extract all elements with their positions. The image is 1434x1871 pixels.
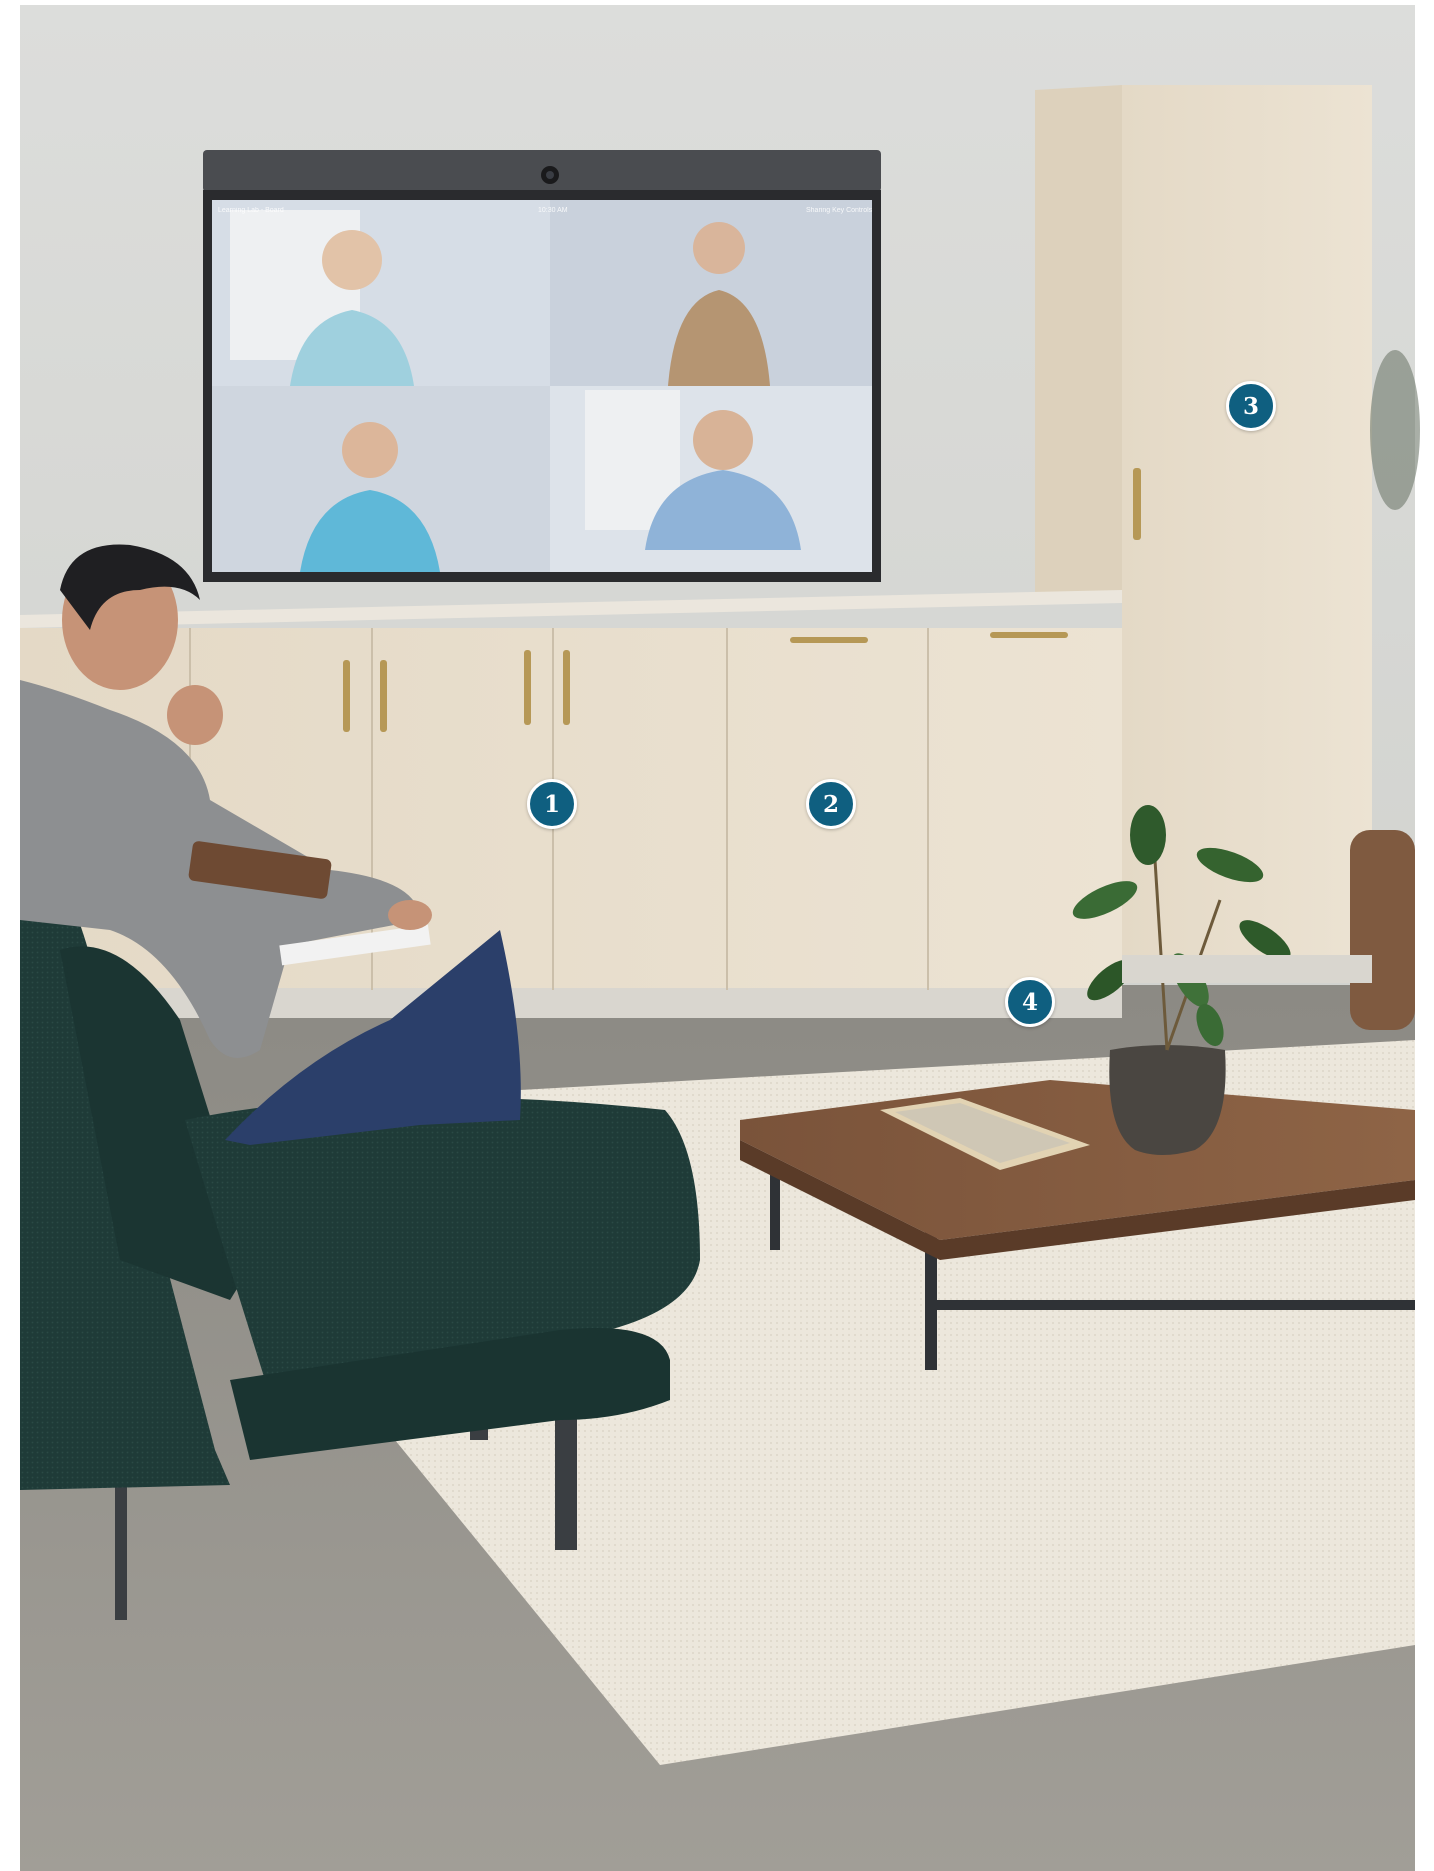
brown-armchair [1350, 830, 1415, 1030]
callout-marker-3[interactable]: 3 [1226, 381, 1276, 431]
callout-marker-1[interactable]: 1 [527, 779, 577, 829]
display-time-text: 10:30 AM [538, 207, 568, 214]
callout-marker-2[interactable]: 2 [806, 779, 856, 829]
background-plant [1370, 350, 1420, 510]
video-display: Learning Lab - Board 10:30 AM Sharing Ke… [203, 150, 881, 582]
display-top-right-text: Sharing Key Controls [806, 207, 873, 214]
room-photo: Learning Lab - Board 10:30 AM Sharing Ke… [0, 0, 1434, 1871]
callout-marker-4[interactable]: 4 [1005, 977, 1055, 1027]
display-top-left-text: Learning Lab - Board [218, 207, 284, 214]
